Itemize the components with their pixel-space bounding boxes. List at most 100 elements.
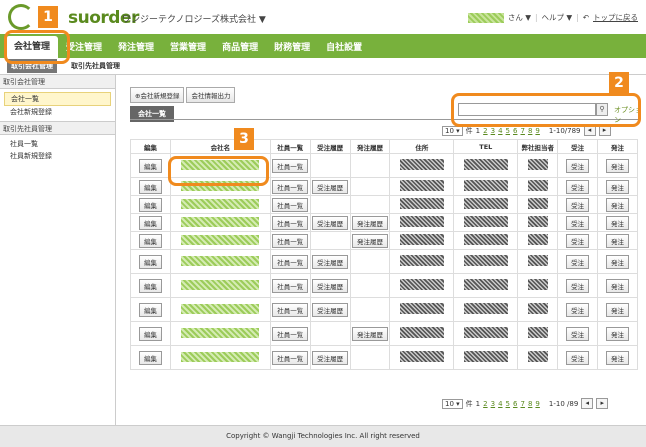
subnav-staff[interactable]: 取引先社員管理: [67, 59, 124, 73]
cell-staff: 社員一覧: [269, 273, 311, 298]
page-link[interactable]: 4: [498, 400, 502, 408]
order-history-button[interactable]: 受注履歴: [312, 278, 349, 293]
col-header-order-history: 受注履歴: [309, 139, 351, 154]
sidebar-item-company-list[interactable]: 会社一覧: [4, 92, 111, 106]
receive-order-button[interactable]: 受注: [566, 179, 590, 194]
receive-order-button[interactable]: 受注: [566, 278, 590, 293]
place-order-button[interactable]: 発注: [606, 197, 630, 212]
staff-list-button[interactable]: 社員一覧: [272, 233, 309, 248]
company-selector[interactable]: ワンジーテクノロジーズ株式会社 ▼: [122, 12, 266, 25]
receive-order-button[interactable]: 受注: [566, 158, 590, 173]
table-row: 編集 社員一覧 受注履歴 受注 発注: [130, 249, 638, 274]
sidebar-item-company-new[interactable]: 会社新規登録: [4, 106, 111, 118]
place-order-button[interactable]: 発注: [606, 278, 630, 293]
tab-settings[interactable]: 自社設置: [318, 38, 370, 58]
page-link[interactable]: 3: [491, 400, 495, 408]
tab-products[interactable]: 商品管理: [214, 38, 266, 58]
place-order-button[interactable]: 発注: [606, 233, 630, 248]
cell-staff-in-charge: [517, 195, 559, 214]
place-order-button[interactable]: 発注: [606, 158, 630, 173]
tab-sales[interactable]: 営業管理: [162, 38, 214, 58]
user-menu[interactable]: さん ▼: [508, 12, 531, 23]
edit-button[interactable]: 編集: [138, 302, 162, 317]
table-row: 編集 社員一覧 発注履歴 受注 発注: [130, 321, 638, 346]
place-order-button[interactable]: 発注: [606, 179, 630, 194]
receive-order-button[interactable]: 受注: [566, 215, 590, 230]
edit-button[interactable]: 編集: [138, 179, 162, 194]
page-link[interactable]: 4: [498, 127, 502, 135]
staff-list-button[interactable]: 社員一覧: [272, 326, 309, 341]
purchase-history-button[interactable]: 発注履歴: [352, 215, 388, 230]
page-link[interactable]: 2: [483, 127, 487, 135]
page-link[interactable]: 7: [520, 127, 524, 135]
order-history-button[interactable]: 受注履歴: [312, 302, 349, 317]
place-order-button[interactable]: 発注: [606, 254, 630, 269]
top-link[interactable]: トップに戻る: [593, 12, 638, 23]
edit-button[interactable]: 編集: [138, 278, 162, 293]
cell-purchase: 発注: [597, 231, 638, 250]
staff-list-button[interactable]: 社員一覧: [272, 278, 309, 293]
staff-list-button[interactable]: 社員一覧: [272, 197, 309, 212]
place-order-button[interactable]: 発注: [606, 326, 630, 341]
order-history-button[interactable]: 受注履歴: [312, 215, 349, 230]
new-company-button[interactable]: ⊕会社新規登録: [130, 87, 185, 103]
staff-list-button[interactable]: 社員一覧: [272, 350, 309, 365]
page-link[interactable]: 3: [491, 127, 495, 135]
cell-purchase-history: 発注履歴: [349, 321, 391, 346]
page-link[interactable]: 8: [528, 400, 532, 408]
page-link[interactable]: 6: [513, 127, 517, 135]
receive-order-button[interactable]: 受注: [566, 302, 590, 317]
staff-list-button[interactable]: 社員一覧: [272, 179, 309, 194]
place-order-button[interactable]: 発注: [606, 215, 630, 230]
edit-button[interactable]: 編集: [138, 215, 162, 230]
place-order-button[interactable]: 発注: [606, 302, 630, 317]
purchase-history-button[interactable]: 発注履歴: [352, 326, 388, 341]
prev-page-button[interactable]: ◂: [581, 398, 594, 409]
purchase-history-button[interactable]: 発注履歴: [352, 233, 388, 248]
page-link[interactable]: 8: [528, 127, 532, 135]
page-link[interactable]: 2: [483, 400, 487, 408]
export-company-button[interactable]: 会社情報出力: [186, 87, 236, 103]
order-history-button[interactable]: 受注履歴: [312, 179, 349, 194]
sidebar-item-staff-new[interactable]: 社員新規登録: [4, 150, 111, 162]
edit-button[interactable]: 編集: [138, 350, 162, 365]
cell-staff: 社員一覧: [269, 345, 311, 370]
tel-redacted: [463, 279, 508, 290]
page-link[interactable]: 7: [520, 400, 524, 408]
staff-list-button[interactable]: 社員一覧: [272, 215, 309, 230]
staff-list-button[interactable]: 社員一覧: [272, 254, 309, 269]
page-link[interactable]: 1: [476, 127, 480, 135]
page-link[interactable]: 9: [535, 400, 539, 408]
place-order-button[interactable]: 発注: [606, 350, 630, 365]
cell-purchase: 発注: [597, 345, 638, 370]
receive-order-button[interactable]: 受注: [566, 326, 590, 341]
tab-purchases[interactable]: 発注管理: [110, 38, 162, 58]
cell-company: [169, 195, 271, 214]
next-page-button[interactable]: ▸: [596, 398, 609, 409]
edit-button[interactable]: 編集: [138, 233, 162, 248]
cell-purchase-history: [349, 177, 391, 196]
page-link[interactable]: 5: [506, 127, 510, 135]
order-history-button[interactable]: 受注履歴: [312, 254, 349, 269]
edit-button[interactable]: 編集: [138, 197, 162, 212]
receive-order-button[interactable]: 受注: [566, 233, 590, 248]
receive-order-button[interactable]: 受注: [566, 197, 590, 212]
order-history-button[interactable]: 受注履歴: [312, 350, 349, 365]
edit-button[interactable]: 編集: [138, 158, 162, 173]
cell-order-history: [309, 321, 351, 346]
page-link[interactable]: 6: [513, 400, 517, 408]
edit-button[interactable]: 編集: [138, 326, 162, 341]
per-page-select[interactable]: 10 ▾: [442, 125, 463, 136]
page-link[interactable]: 5: [506, 400, 510, 408]
page-link[interactable]: 9: [535, 127, 539, 135]
tab-finance[interactable]: 財務管理: [266, 38, 318, 58]
per-page-select[interactable]: 10 ▾: [442, 398, 463, 409]
sidebar-item-staff-list[interactable]: 社員一覧: [4, 138, 111, 150]
receive-order-button[interactable]: 受注: [566, 350, 590, 365]
edit-button[interactable]: 編集: [138, 254, 162, 269]
receive-order-button[interactable]: 受注: [566, 254, 590, 269]
staff-list-button[interactable]: 社員一覧: [272, 158, 309, 173]
page-link[interactable]: 1: [476, 400, 480, 408]
staff-list-button[interactable]: 社員一覧: [272, 302, 309, 317]
help-menu[interactable]: ヘルプ ▼: [542, 12, 573, 23]
